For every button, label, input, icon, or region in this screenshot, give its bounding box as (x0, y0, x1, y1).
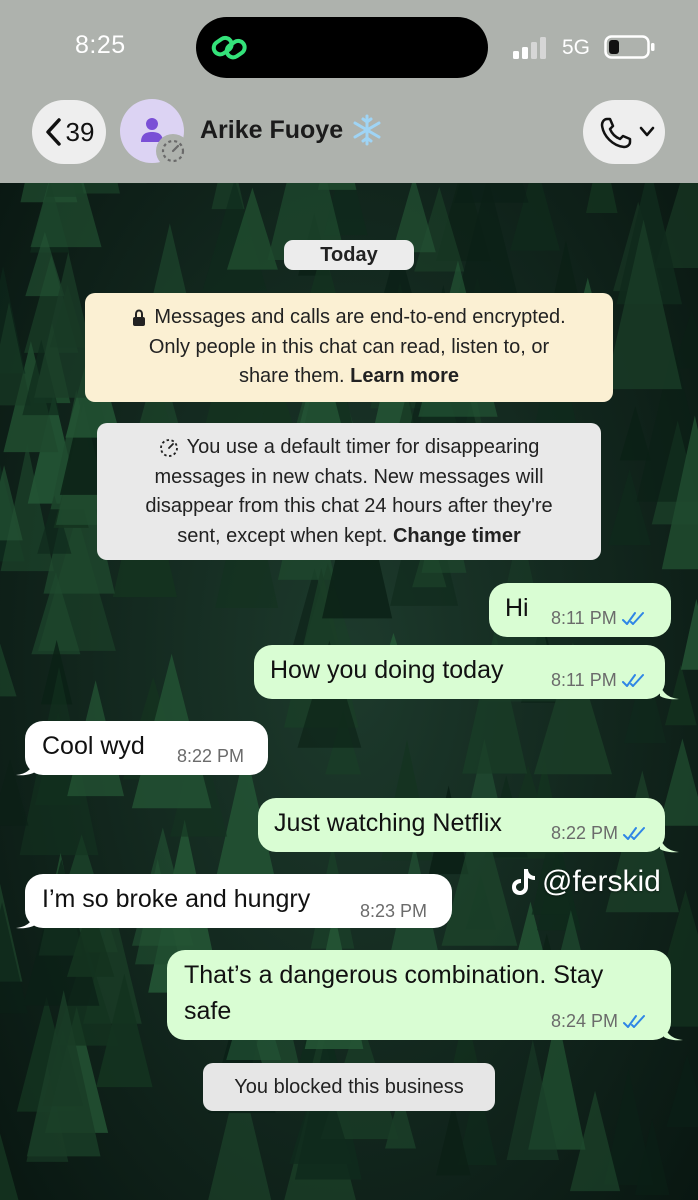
message-time: 8:22 PM (551, 823, 619, 843)
message-text-line-2: safe (184, 997, 232, 1025)
message-text: I’m so broke and hungry (42, 885, 311, 913)
status-time: 8:25 (75, 31, 126, 59)
unread-count: 39 (65, 116, 95, 147)
bubble-tail (664, 1025, 683, 1041)
message-text-line-1: That’s a dangerous combination. Stay (184, 961, 604, 989)
message-meta: 8:11 PM (551, 670, 646, 691)
timer-icon (161, 139, 185, 163)
encryption-line-3: share them. Learn more (238, 365, 460, 387)
timer-line-4: sent, except when kept. Change timer (177, 524, 521, 547)
chat-header: 8:25 5G 39 Arike Fuoye (0, 0, 698, 183)
lock-icon (133, 309, 146, 326)
message-time: 8:11 PM (551, 670, 617, 690)
timer-line-3: disappear from this chat 24 hours after … (145, 495, 553, 517)
date-separator: Today (284, 240, 414, 270)
blocked-notice[interactable]: You blocked this business (203, 1063, 495, 1111)
message-bubble-outgoing[interactable]: How you doing today 8:11 PM (254, 645, 665, 699)
encryption-line-1: Messages and calls are end-to-end encryp… (154, 306, 566, 328)
bubble-tail (660, 684, 679, 700)
signal-icon (513, 37, 546, 59)
disappearing-messages-notice[interactable]: You use a default timer for disappearing… (97, 423, 601, 560)
message-bubble-outgoing[interactable]: That’s a dangerous combination. Stay saf… (167, 950, 671, 1040)
contact-name[interactable]: Arike Fuoye (200, 116, 343, 145)
message-bubble-incoming[interactable]: I’m so broke and hungry 8:23 PM (25, 874, 452, 928)
watermark-handle: @ferskid (542, 865, 661, 898)
message-bubble-outgoing[interactable]: Hi 8:11 PM (489, 583, 671, 637)
chat-screen: 8:25 5G 39 Arike Fuoye Today Messages an… (0, 0, 698, 1200)
message-text: Hi (505, 594, 529, 622)
message-text: Cool wyd (42, 732, 145, 760)
message-meta: 8:22 PM (551, 823, 647, 844)
call-button[interactable] (583, 100, 665, 164)
battery-icon (604, 35, 655, 59)
read-ticks-icon (621, 673, 644, 687)
bubble-tail (16, 913, 35, 929)
message-time: 8:22 PM (177, 746, 245, 766)
read-ticks-icon (623, 826, 646, 840)
encryption-line-2: Only people in this chat can read, liste… (148, 335, 550, 358)
link-icon (211, 35, 247, 60)
timer-line-1: You use a default timer for disappearing (186, 436, 540, 458)
message-text: How you doing today (270, 656, 504, 684)
read-ticks-icon (623, 1014, 646, 1028)
message-time: 8:11 PM (551, 608, 617, 628)
change-timer-link[interactable]: Change timer (393, 525, 521, 547)
read-ticks-icon (621, 611, 644, 625)
bubble-tail (660, 837, 679, 853)
message-meta: 8:24 PM (551, 1011, 647, 1032)
watermark: @ferskid (510, 865, 661, 899)
tiktok-icon (512, 869, 535, 895)
message-meta: 8:11 PM (551, 608, 646, 629)
network-type: 5G (562, 36, 591, 59)
encryption-notice[interactable]: Messages and calls are end-to-end encryp… (85, 293, 613, 402)
timer-line-2: messages in new chats. New messages will (154, 465, 544, 488)
message-bubble-outgoing[interactable]: Just watching Netflix 8:22 PM (258, 798, 665, 852)
message-meta: 8:23 PM (360, 901, 427, 922)
dynamic-island (196, 17, 488, 78)
bubble-tail (16, 760, 35, 776)
message-text: Just watching Netflix (274, 809, 502, 837)
message-meta: 8:22 PM (177, 746, 244, 767)
timer-icon (159, 438, 178, 457)
back-button[interactable]: 39 (32, 100, 106, 164)
chevron-left-icon (45, 118, 61, 146)
message-time: 8:24 PM (551, 1011, 619, 1031)
learn-more-link[interactable]: Learn more (350, 365, 459, 387)
phone-icon (600, 117, 632, 149)
chevron-down-icon (639, 126, 655, 137)
snowflake-icon (353, 114, 381, 146)
disappearing-timer-badge (156, 134, 190, 168)
message-bubble-incoming[interactable]: Cool wyd 8:22 PM (25, 721, 268, 775)
message-time: 8:23 PM (360, 901, 428, 921)
